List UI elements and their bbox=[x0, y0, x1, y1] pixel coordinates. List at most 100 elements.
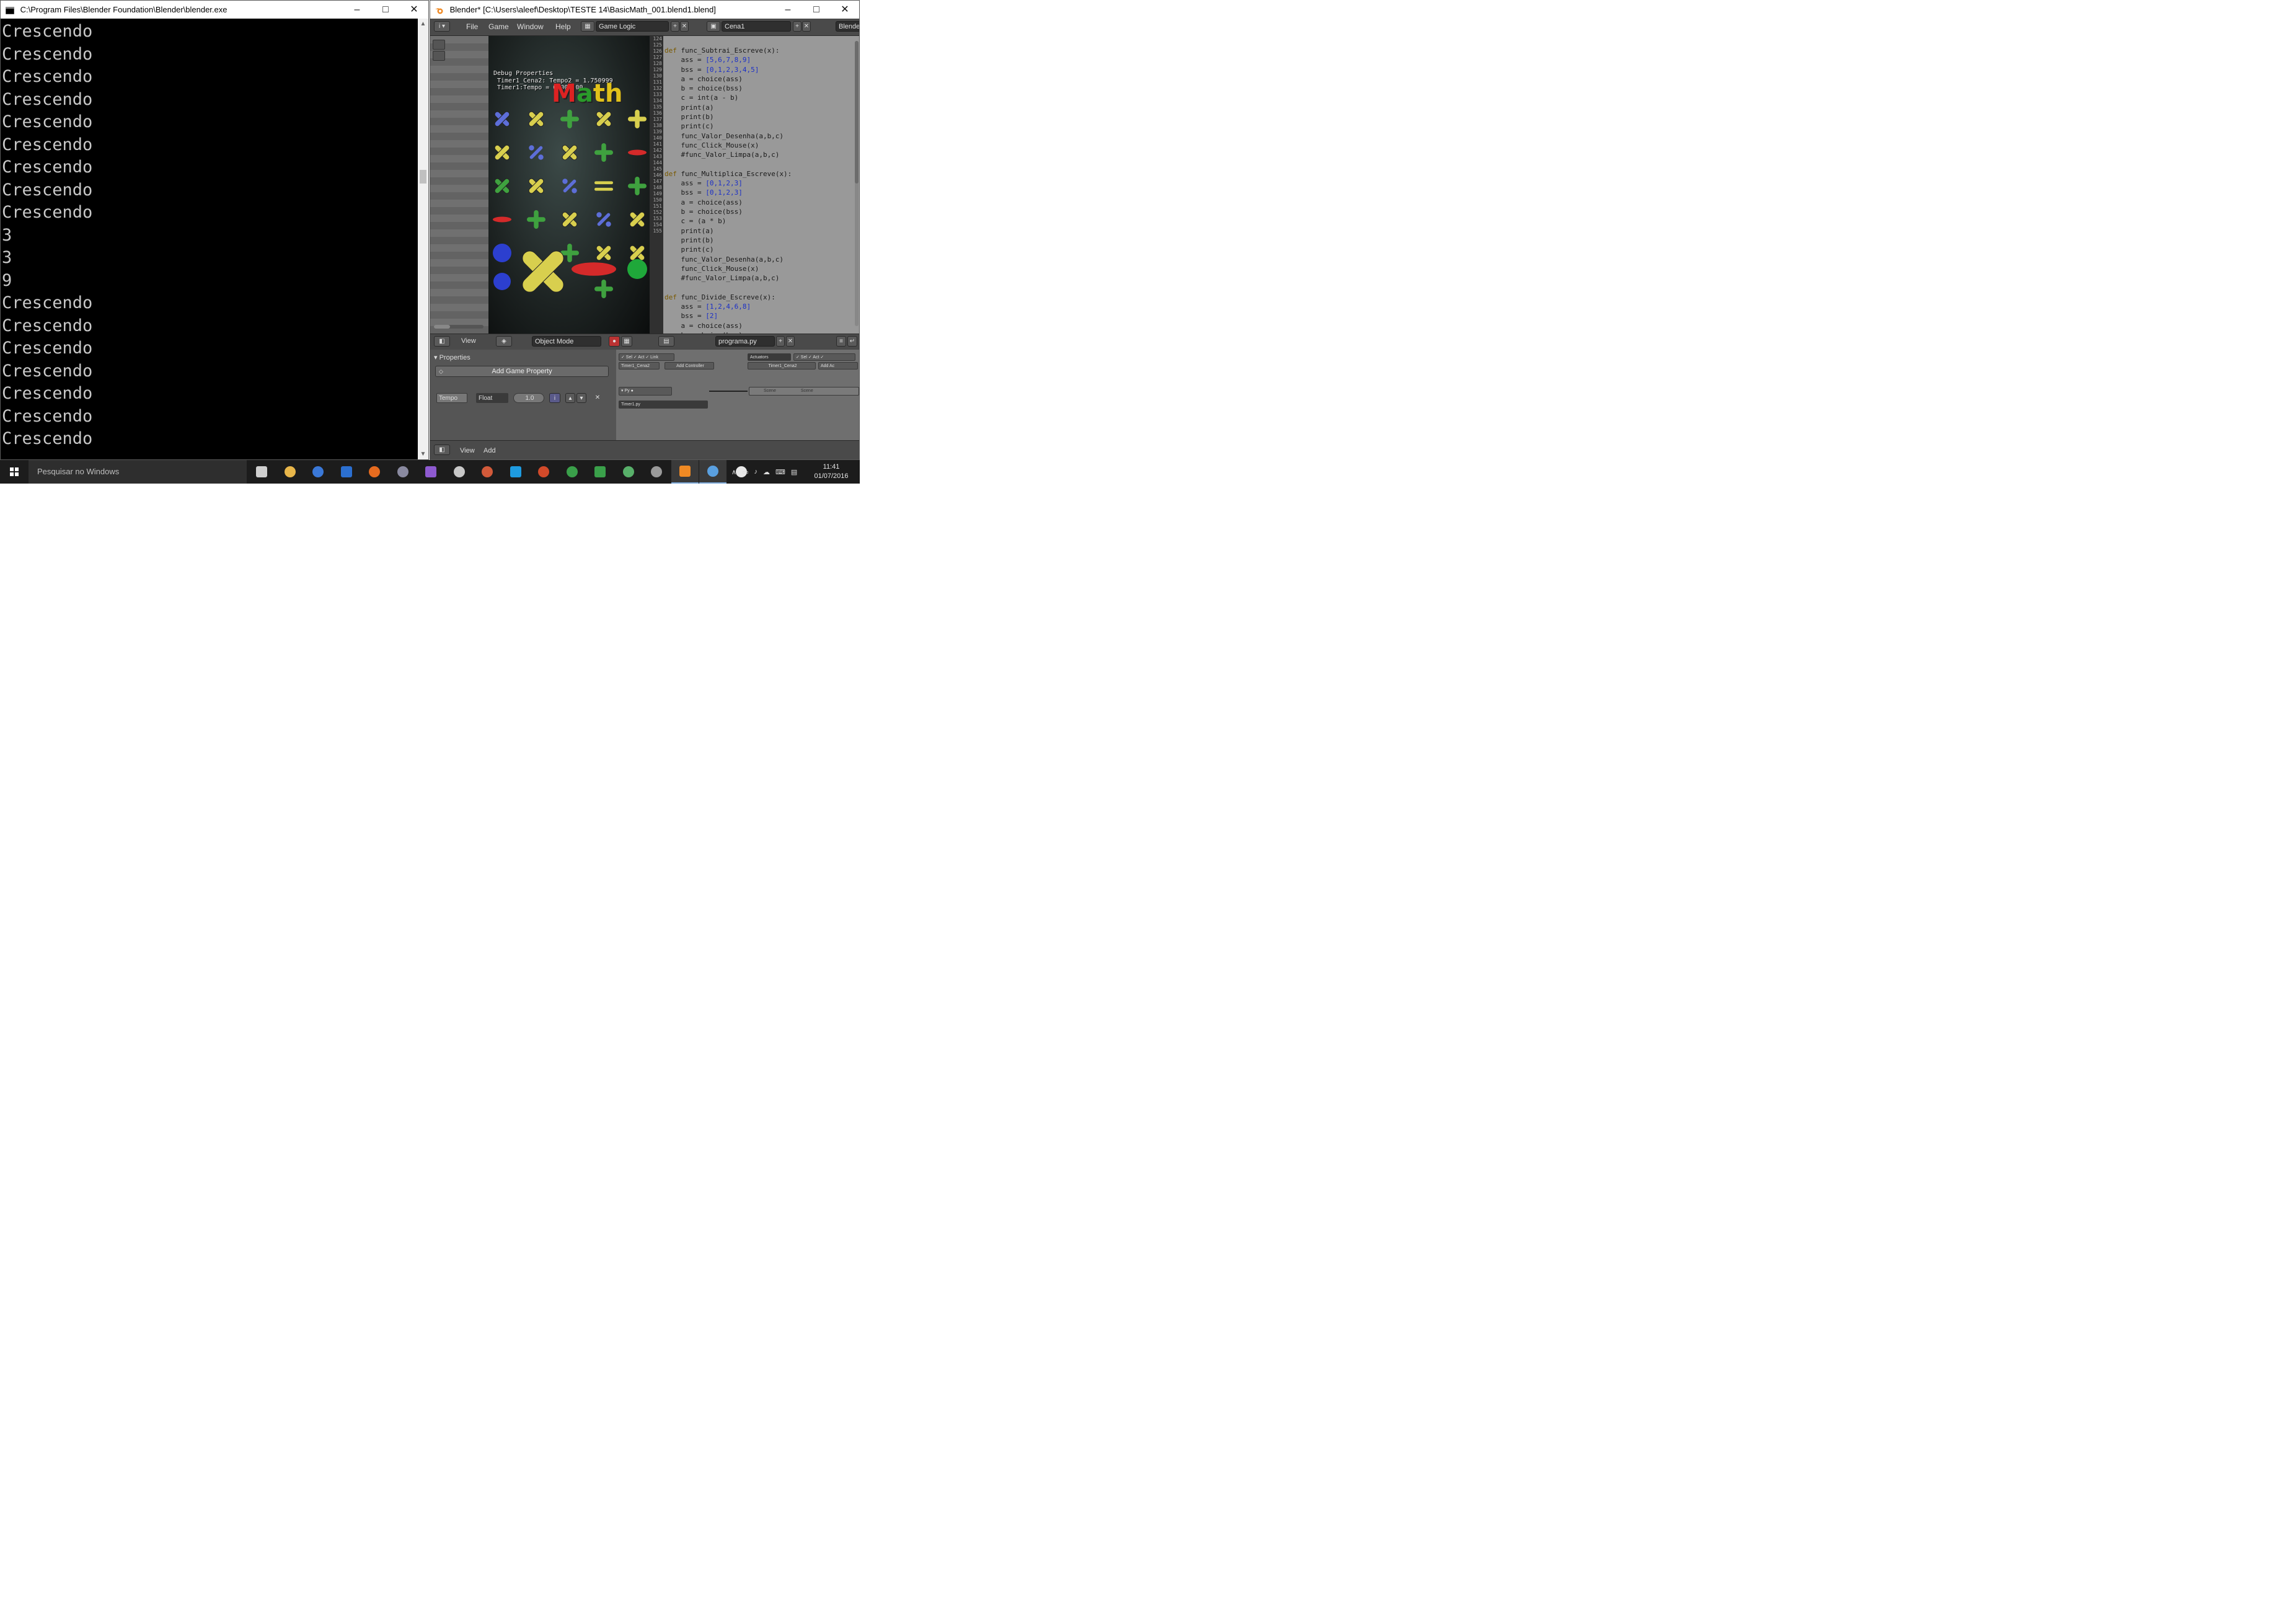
edge-icon[interactable] bbox=[304, 460, 332, 484]
word-wrap-toggle-icon[interactable]: ↵ bbox=[847, 336, 857, 347]
record-icon[interactable]: ● bbox=[609, 336, 620, 347]
cloud-icon[interactable]: ☁ bbox=[763, 468, 770, 476]
actuator-row[interactable]: Timer1_Cena2 bbox=[748, 362, 816, 370]
footer-view-menu[interactable]: View bbox=[460, 447, 475, 454]
app-icon[interactable] bbox=[389, 460, 417, 484]
minimize-button[interactable]: ‒ bbox=[343, 1, 371, 19]
line-numbers-toggle-icon[interactable]: ≡ bbox=[836, 336, 846, 347]
times-piece[interactable] bbox=[519, 248, 567, 295]
sensors-header[interactable]: ✓ Sel ✓ Act ✓ Link bbox=[619, 353, 674, 361]
times-piece[interactable] bbox=[629, 211, 645, 228]
sensor-row[interactable]: Timer1_Cena2 bbox=[619, 362, 660, 370]
paint-icon[interactable] bbox=[530, 460, 557, 484]
volume-icon[interactable]: ♪ bbox=[754, 468, 757, 476]
text-file-select[interactable]: programa.py bbox=[715, 336, 775, 347]
actuators-filter[interactable]: ✓ Sel ✓ Act ✓ bbox=[793, 353, 855, 361]
skype-icon[interactable] bbox=[502, 460, 529, 484]
code-line[interactable]: a = choice(ass) bbox=[665, 74, 850, 84]
divide-piece[interactable] bbox=[562, 179, 577, 193]
text-editor-type-icon[interactable]: ▤ bbox=[658, 336, 674, 347]
divide-piece[interactable] bbox=[529, 145, 544, 160]
notification-icon[interactable]: ▤ bbox=[791, 468, 797, 476]
tool-icon[interactable] bbox=[433, 40, 445, 50]
minus-piece[interactable] bbox=[493, 216, 511, 223]
app-green2-icon[interactable] bbox=[615, 460, 642, 484]
properties-header[interactable]: ▾ Properties bbox=[434, 353, 470, 361]
code-line[interactable]: print(a) bbox=[665, 103, 850, 112]
code-line[interactable]: func_Click_Mouse(x) bbox=[665, 264, 850, 273]
script-select[interactable]: Timer1.py bbox=[619, 401, 708, 409]
code-area[interactable]: def func_Subtrai_Escreve(x): ass = [5,6,… bbox=[665, 46, 850, 340]
actuator-scene-field[interactable]: Scene bbox=[801, 389, 813, 393]
move-up-icon[interactable]: ▴ bbox=[565, 393, 575, 403]
times-piece[interactable] bbox=[493, 144, 510, 161]
code-line[interactable]: func_Valor_Desenha(a,b,c) bbox=[665, 131, 850, 141]
code-line[interactable]: #func_Valor_Limpa(a,b,c) bbox=[665, 150, 850, 159]
menu-help[interactable]: Help bbox=[555, 22, 571, 31]
code-line[interactable]: bss = [2] bbox=[665, 311, 850, 321]
view-menu[interactable]: View bbox=[461, 337, 476, 345]
add-layout-icon[interactable]: + bbox=[671, 21, 679, 32]
times-piece[interactable] bbox=[595, 244, 612, 261]
code-line[interactable]: c = (a * b) bbox=[665, 216, 850, 226]
scroll-up-icon[interactable]: ▲ bbox=[418, 19, 428, 29]
game-viewport[interactable]: Debug Properties Timer1_Cena2: Tempo2 = … bbox=[488, 36, 650, 334]
menu-file[interactable]: File bbox=[466, 22, 478, 31]
snipping-icon[interactable] bbox=[474, 460, 501, 484]
scene-icon[interactable]: ▣ bbox=[707, 21, 720, 32]
code-line[interactable]: a = choice(ass) bbox=[665, 198, 850, 207]
property-value-field[interactable]: 1.0 bbox=[513, 393, 544, 403]
settings-icon[interactable] bbox=[643, 460, 670, 484]
code-line[interactable]: bss = [0,1,2,3,4,5] bbox=[665, 65, 850, 74]
console-titlebar[interactable]: C:\Program Files\Blender Foundation\Blen… bbox=[1, 1, 428, 19]
add-controller-button[interactable]: Add Controller bbox=[665, 362, 714, 370]
scene-select[interactable]: Cena1 bbox=[722, 21, 791, 32]
tool-icon[interactable] bbox=[433, 51, 445, 61]
text-editor[interactable]: 124 125 126 127 128 129 130 131 132 133 134 135 136 1… bbox=[650, 36, 859, 339]
chrome-icon[interactable] bbox=[559, 460, 586, 484]
visual-studio-icon[interactable] bbox=[417, 460, 444, 484]
console-scrollbar[interactable]: ▲ ▼ bbox=[418, 19, 428, 459]
close-text-icon[interactable]: ✕ bbox=[786, 336, 795, 347]
code-line[interactable]: def func_Subtrai_Escreve(x): bbox=[665, 46, 850, 55]
code-line[interactable]: print(c) bbox=[665, 245, 850, 254]
network-icon[interactable]: ▭ bbox=[742, 468, 748, 476]
actuator-brick[interactable]: Scene Scene bbox=[749, 387, 859, 396]
code-scroll-thumb[interactable] bbox=[855, 41, 859, 184]
code-line[interactable]: ass = [5,6,7,8,9] bbox=[665, 55, 850, 64]
code-line[interactable]: a = choice(ass) bbox=[665, 321, 850, 330]
add-game-property-button[interactable]: Add Game Property bbox=[435, 366, 609, 377]
maximize-button[interactable]: □ bbox=[371, 1, 400, 19]
scroll-thumb[interactable] bbox=[420, 170, 426, 184]
blender-titlebar[interactable]: Blender* [C:\Users\aleef\Desktop\TESTE 1… bbox=[430, 1, 859, 19]
code-line[interactable]: ass = [1,2,4,6,8] bbox=[665, 302, 850, 311]
code-line[interactable]: func_Click_Mouse(x) bbox=[665, 141, 850, 150]
code-line[interactable]: bss = [0,1,2,3] bbox=[665, 188, 850, 197]
add-actuator-button[interactable]: Add Ac bbox=[818, 362, 858, 370]
menu-game[interactable]: Game bbox=[488, 22, 509, 31]
add-text-icon[interactable]: + bbox=[776, 336, 785, 347]
editor-type-icon[interactable]: i ▾ bbox=[434, 21, 450, 32]
debug-info-icon[interactable]: i bbox=[549, 393, 560, 403]
outlook-icon[interactable] bbox=[333, 460, 360, 484]
blender-icon[interactable] bbox=[671, 460, 699, 484]
plus-piece[interactable] bbox=[594, 280, 613, 298]
file-explorer-icon[interactable] bbox=[276, 460, 304, 484]
property-type-select[interactable]: Float bbox=[476, 393, 508, 403]
add-scene-icon[interactable]: + bbox=[793, 21, 801, 32]
plus-piece[interactable] bbox=[628, 177, 647, 195]
search-box[interactable]: Pesquisar no Windows bbox=[29, 460, 247, 484]
blob-piece[interactable] bbox=[493, 244, 511, 262]
times-piece[interactable] bbox=[528, 110, 544, 127]
calculator-icon[interactable] bbox=[446, 460, 473, 484]
close-button[interactable]: ✕ bbox=[400, 1, 428, 19]
remove-property-icon[interactable]: ✕ bbox=[593, 393, 603, 403]
equals-piece[interactable] bbox=[594, 181, 613, 191]
remove-layout-icon[interactable]: ✕ bbox=[680, 21, 689, 32]
code-line[interactable]: func_Valor_Desenha(a,b,c) bbox=[665, 255, 850, 264]
object-mode-select[interactable]: Object Mode bbox=[532, 336, 601, 347]
code-line[interactable]: def func_Divide_Escreve(x): bbox=[665, 293, 850, 302]
code-line[interactable]: ass = [0,1,2,3] bbox=[665, 179, 850, 188]
code-line[interactable]: #func_Valor_Limpa(a,b,c) bbox=[665, 273, 850, 283]
code-line[interactable]: print(b) bbox=[665, 112, 850, 122]
